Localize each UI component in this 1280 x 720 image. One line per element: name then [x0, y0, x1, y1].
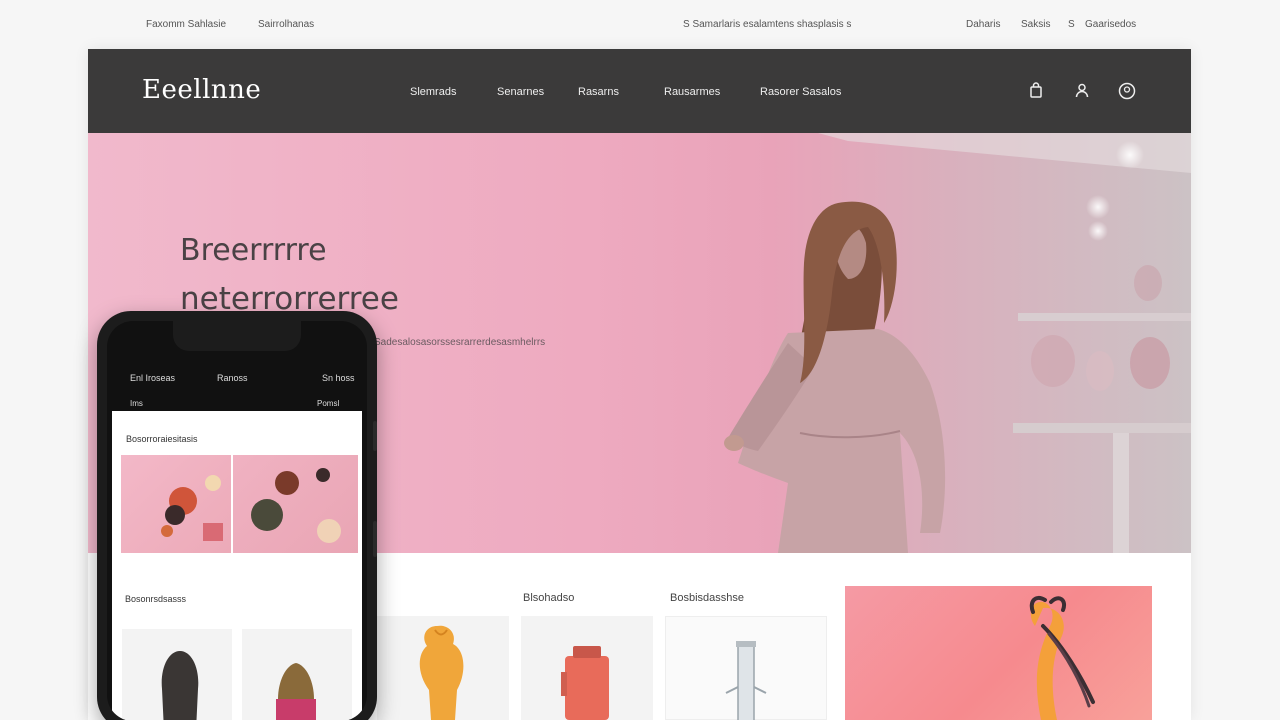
nav-item[interactable]: Slemrads	[410, 86, 456, 98]
phone-product-tile[interactable]	[121, 455, 231, 553]
utility-link[interactable]: Faxomm Sahlasie	[146, 19, 226, 30]
user-icon[interactable]	[1072, 81, 1092, 101]
phone-notch	[173, 321, 301, 351]
phone-product-image	[161, 651, 199, 720]
phone-nav-item[interactable]: Ranoss	[217, 373, 248, 383]
account-icon[interactable]	[1117, 81, 1137, 101]
nav-item[interactable]: Rausarmes	[664, 86, 720, 98]
phone-nav-item[interactable]: Enl Iroseas	[130, 373, 175, 383]
phone-side-button	[373, 421, 377, 451]
phone-screen: Enl Iroseas Ranoss Sn hoss Ims Pomsl Bos…	[107, 321, 367, 720]
phone-content: Bosorroraiesitasis Bosonrsdsasss	[112, 411, 362, 720]
phone-product-tile[interactable]	[233, 455, 358, 553]
utility-link[interactable]: S	[1068, 19, 1075, 30]
phone-sub-label: Ims	[130, 399, 143, 408]
phone-sub-label: Pomsl	[317, 399, 340, 408]
section-label: Blsohadso	[523, 592, 575, 604]
nav-item[interactable]: Rasorer Sasalos	[760, 86, 841, 98]
product-image-bottle	[561, 646, 609, 720]
utility-bar: Faxomm Sahlasie Sairrolhanas S Samarlari…	[0, 0, 1280, 50]
product-image-glass	[725, 641, 767, 720]
nav-item[interactable]: Rasarns	[578, 86, 619, 98]
product-image-vase	[419, 625, 464, 720]
phone-product-card[interactable]	[242, 629, 352, 720]
nav-item[interactable]: Senarnes	[497, 86, 544, 98]
utility-link[interactable]: Daharis	[966, 19, 1000, 30]
phone-section-title: Bosonrsdsasss	[125, 594, 187, 604]
phone-side-button	[373, 521, 377, 557]
hero-subtitle: Sadesalosasorssesrarrerdesasmhelrrs	[374, 337, 546, 348]
section-label: Bosbisdasshse	[670, 592, 744, 604]
promo-tile[interactable]	[845, 586, 1152, 720]
phone-product-image	[276, 663, 316, 720]
utility-link[interactable]: Saksis	[1021, 19, 1050, 30]
hero-title-line1: Breerrrrre	[180, 233, 327, 268]
phone-section-title: Bosorroraiesitasis	[126, 434, 198, 444]
utility-link[interactable]: Gaarisedos	[1085, 19, 1136, 30]
product-card[interactable]	[377, 616, 509, 720]
site-logo[interactable]: Eeellnne	[142, 75, 261, 105]
product-card[interactable]	[665, 616, 827, 720]
product-card[interactable]	[521, 616, 653, 720]
phone-product-image	[251, 468, 341, 543]
phone-mockup: Enl Iroseas Ranoss Sn hoss Ims Pomsl Bos…	[97, 311, 377, 720]
utility-link[interactable]: Sairrolhanas	[258, 19, 314, 30]
main-navbar: Eeellnne Slemrads Senarnes Rasarns Rausa…	[88, 49, 1191, 133]
bag-icon[interactable]	[1026, 81, 1046, 101]
phone-product-card[interactable]	[122, 629, 232, 720]
promo-image	[1029, 595, 1095, 720]
utility-center-text: S Samarlaris esalamtens shasplasis s	[683, 19, 852, 30]
phone-nav-item[interactable]: Sn hoss	[322, 373, 355, 383]
phone-product-image	[161, 475, 223, 541]
